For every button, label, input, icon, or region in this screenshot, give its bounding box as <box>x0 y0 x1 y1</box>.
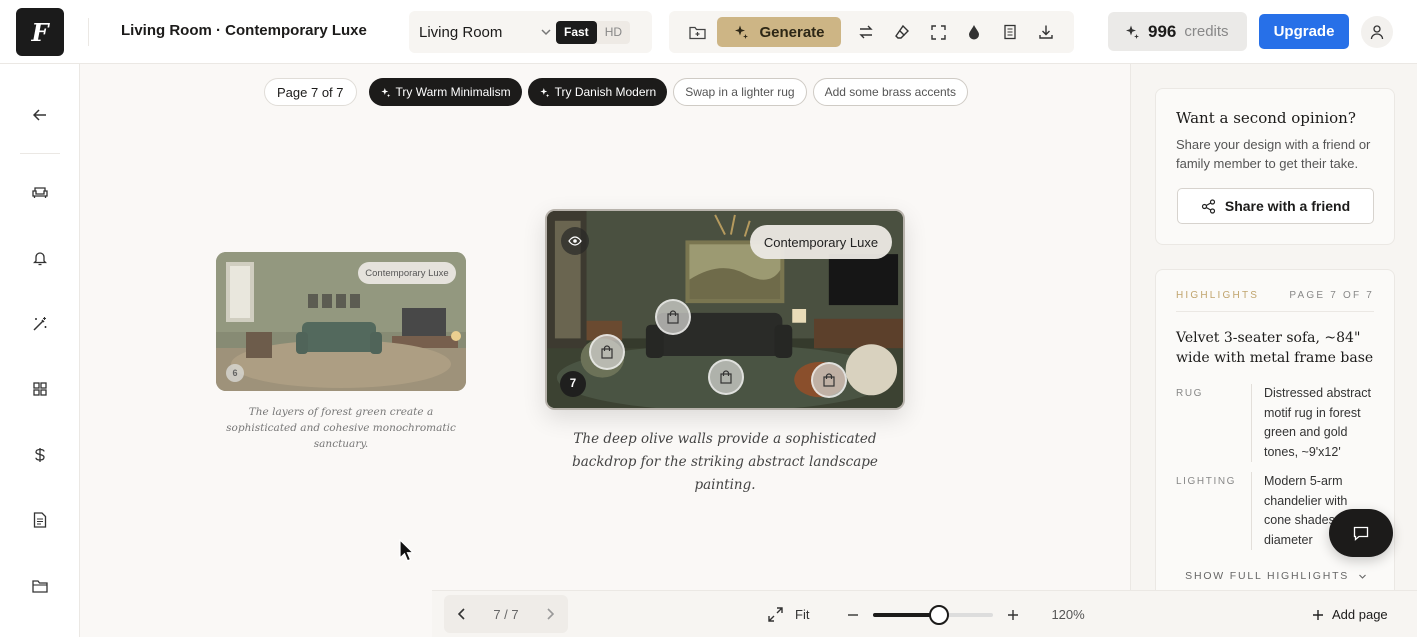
quality-hd-option[interactable]: HD <box>597 21 630 44</box>
page-navigator: 7 / 7 <box>444 595 568 633</box>
swap-icon[interactable] <box>856 22 876 42</box>
highlight-key: LIGHTING <box>1176 472 1252 550</box>
page-indicator-chip: Page 7 of 7 <box>264 78 357 106</box>
zoom-level: 120% <box>1051 607 1085 622</box>
fit-expand-icon[interactable] <box>768 607 783 622</box>
layers-icon[interactable] <box>1000 22 1020 42</box>
chat-button[interactable] <box>1329 509 1393 557</box>
suggestion-chips: Page 7 of 7 Try Warm Minimalism Try Dani… <box>264 78 969 106</box>
toolbar: Generate <box>669 11 1074 53</box>
show-full-label: SHOW FULL HIGHLIGHTS <box>1185 570 1350 582</box>
style-tag: Contemporary Luxe <box>750 225 892 259</box>
folder-icon[interactable] <box>30 576 50 596</box>
sofa-icon[interactable] <box>30 182 50 202</box>
app-logo[interactable]: F <box>16 8 64 56</box>
chat-bubble-icon <box>1353 526 1369 541</box>
mouse-cursor-icon <box>399 539 415 563</box>
chevron-left-icon[interactable] <box>458 608 466 620</box>
page-number-badge: 6 <box>226 364 244 382</box>
chip-try-danish-modern[interactable]: Try Danish Modern <box>527 78 668 106</box>
chip-brass-accents[interactable]: Add some brass accents <box>812 78 969 106</box>
shopping-bag-icon[interactable] <box>589 334 625 370</box>
chip-try-warm-minimalism[interactable]: Try Warm Minimalism <box>368 78 522 106</box>
second-opinion-body: Share your design with a friend or famil… <box>1176 137 1371 171</box>
project-title[interactable]: Living Room · Contemporary Luxe <box>121 22 367 39</box>
divider <box>88 18 89 46</box>
dollar-icon[interactable] <box>30 445 50 465</box>
chip-label: Try Warm Minimalism <box>395 85 511 99</box>
shopping-bag-icon[interactable] <box>811 362 847 398</box>
add-page-label: Add page <box>1332 607 1388 622</box>
zoom-controls: Fit 120% <box>768 591 1085 637</box>
sparkle-icon <box>733 24 749 40</box>
sparkle-icon <box>1124 24 1140 40</box>
previous-card-caption: The layers of forest green create a soph… <box>226 406 456 450</box>
sparkle-icon <box>539 87 550 98</box>
share-with-friend-button[interactable]: Share with a friend <box>1177 188 1374 224</box>
generate-button[interactable]: Generate <box>717 17 841 47</box>
zoom-slider[interactable] <box>873 604 994 625</box>
chip-lighter-rug[interactable]: Swap in a lighter rug <box>673 78 807 106</box>
expand-icon[interactable] <box>928 22 948 42</box>
chevron-right-icon[interactable] <box>546 608 554 620</box>
page-number-badge: 7 <box>560 371 586 397</box>
sparkle-icon <box>380 87 391 98</box>
sidebar-divider <box>20 153 60 154</box>
grid-icon[interactable] <box>30 379 50 399</box>
credits-label: credits <box>1184 23 1229 40</box>
eye-icon[interactable] <box>561 227 589 255</box>
room-select[interactable]: Living Room <box>419 11 552 53</box>
plus-icon <box>1312 609 1324 621</box>
quality-fast-option[interactable]: Fast <box>556 21 597 44</box>
highlights-header: HIGHLIGHTS PAGE 7 OF 7 <box>1176 290 1374 312</box>
highlight-item: RUG Distressed abstract motif rug in for… <box>1176 384 1374 462</box>
add-page-button[interactable]: Add page <box>1312 591 1388 637</box>
highlight-value: Distressed abstract motif rug in forest … <box>1264 386 1371 459</box>
generate-label: Generate <box>759 23 825 41</box>
room-controls: Living Room Fast HD <box>409 11 652 53</box>
bottom-bar: 7 / 7 Fit 120% Add page <box>432 590 1417 637</box>
shopping-bag-icon[interactable] <box>655 299 691 335</box>
zoom-out-icon[interactable] <box>847 609 859 621</box>
user-menu-button[interactable] <box>1361 16 1393 48</box>
zoom-slider-handle[interactable] <box>929 604 950 625</box>
highlights-title: Velvet 3-seater sofa, ~84" wide with met… <box>1176 330 1374 366</box>
style-tag: Contemporary Luxe <box>358 262 456 284</box>
share-icon <box>1201 198 1216 214</box>
shopping-bag-icon[interactable] <box>708 359 744 395</box>
share-label: Share with a friend <box>1224 198 1351 214</box>
room-select-value: Living Room <box>419 23 503 41</box>
top-bar: F Living Room · Contemporary Luxe Living… <box>0 0 1417 64</box>
upgrade-button[interactable]: Upgrade <box>1259 14 1349 49</box>
highlight-key: RUG <box>1176 384 1252 462</box>
sidebar <box>0 64 80 637</box>
second-opinion-title: Want a second opinion? <box>1176 109 1356 127</box>
fit-button[interactable]: Fit <box>795 607 809 622</box>
credits-badge[interactable]: 996 credits <box>1108 12 1247 51</box>
page-indicator: 7 / 7 <box>493 606 519 622</box>
previous-design-card[interactable]: Contemporary Luxe 6 <box>216 252 466 391</box>
second-opinion-card: Want a second opinion? Share your design… <box>1155 88 1395 245</box>
bell-icon[interactable] <box>30 248 50 268</box>
chevron-down-icon <box>540 26 552 38</box>
highlights-label: HIGHLIGHTS <box>1176 290 1260 301</box>
eraser-icon[interactable] <box>892 22 912 42</box>
document-icon[interactable] <box>30 510 50 530</box>
current-design-card[interactable]: Contemporary Luxe 7 <box>545 209 905 410</box>
user-icon <box>1369 24 1385 40</box>
back-arrow-icon[interactable] <box>30 105 50 125</box>
current-card-caption: The deep olive walls provide a sophistic… <box>572 431 878 493</box>
folder-icon[interactable] <box>687 22 707 42</box>
magic-wand-icon[interactable] <box>30 314 50 334</box>
highlights-card: HIGHLIGHTS PAGE 7 OF 7 Velvet 3-seater s… <box>1155 269 1395 637</box>
show-full-highlights-button[interactable]: SHOW FULL HIGHLIGHTS <box>1156 570 1394 582</box>
drop-icon[interactable] <box>964 22 984 42</box>
credits-value: 996 <box>1148 21 1177 41</box>
zoom-in-icon[interactable] <box>1007 609 1019 621</box>
chevron-down-icon <box>1358 572 1367 581</box>
quality-toggle: Fast HD <box>556 21 631 44</box>
chip-label: Try Danish Modern <box>554 85 657 99</box>
highlights-page-label: PAGE 7 OF 7 <box>1289 290 1374 301</box>
download-icon[interactable] <box>1036 22 1056 42</box>
